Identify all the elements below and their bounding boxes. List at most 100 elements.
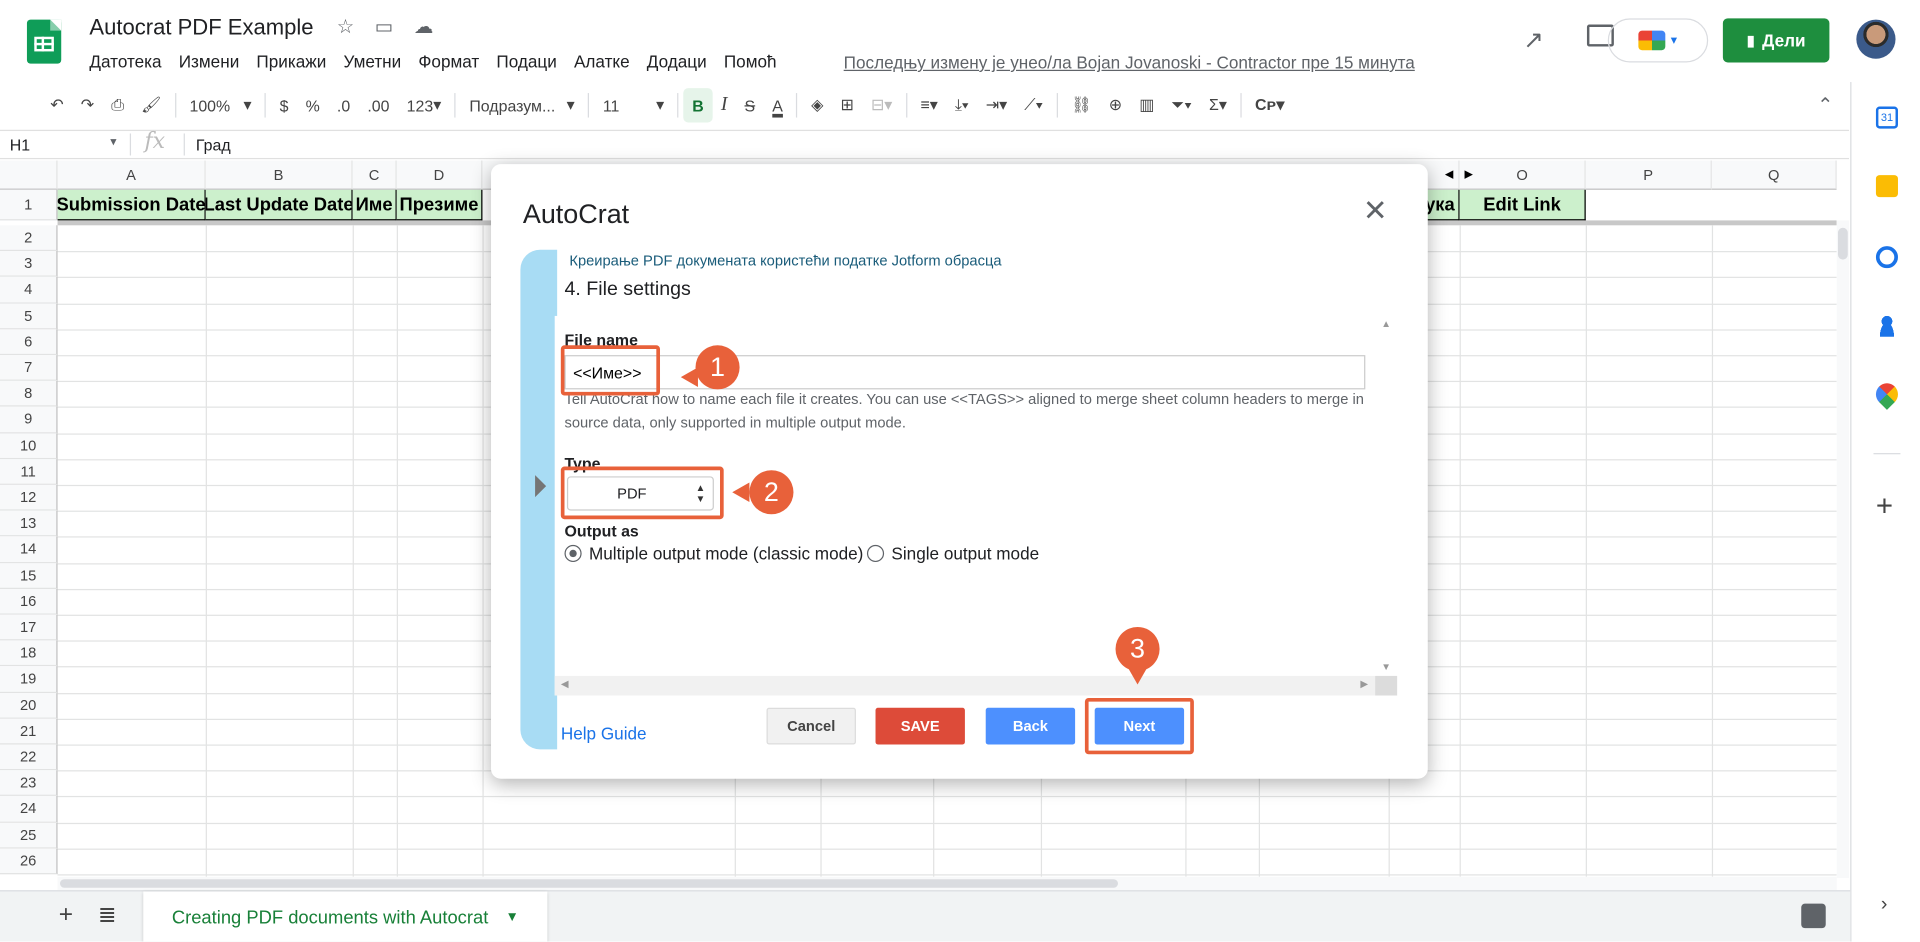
decrease-decimal-button[interactable]: .0 [328, 88, 358, 122]
row-header[interactable]: 19 [0, 666, 58, 693]
menu-tools[interactable]: Алатке [574, 51, 630, 71]
link-icon[interactable]: ⛓ [1063, 88, 1100, 122]
contacts-icon[interactable] [1875, 314, 1898, 337]
row-header[interactable]: 9 [0, 407, 58, 433]
align-horizontal-icon[interactable]: ≡▾ [912, 88, 946, 122]
percent-button[interactable]: % [297, 88, 328, 122]
back-button[interactable]: Back [985, 707, 1076, 745]
header-cell[interactable]: Презиме [396, 189, 483, 221]
column-header[interactable]: A [57, 160, 206, 190]
comment-icon[interactable]: ⊕ [1100, 88, 1130, 122]
row-header[interactable]: 14 [0, 536, 58, 563]
name-box[interactable]: H1 [10, 136, 30, 154]
close-icon[interactable]: ✕ [1363, 193, 1388, 229]
text-wrap-icon[interactable]: ⇥▾ [977, 88, 1015, 122]
print-icon[interactable]: ⎙ [103, 88, 133, 122]
row-header[interactable]: 6 [0, 329, 58, 356]
row-header[interactable]: 16 [0, 588, 58, 615]
row-header[interactable]: 4 [0, 277, 58, 304]
arrow-right-icon[interactable]: ▶ [1465, 168, 1473, 181]
sheets-logo-icon[interactable] [26, 19, 62, 64]
row-header[interactable]: 24 [0, 796, 58, 823]
vertical-scrollbar[interactable] [1836, 220, 1849, 878]
bold-button[interactable]: B [683, 88, 713, 123]
merge-cells-icon[interactable]: ⊟▾ [862, 88, 900, 122]
menu-help[interactable]: Помоћ [724, 51, 777, 71]
header-cell[interactable]: Last Update Date [205, 189, 353, 221]
share-button[interactable]: ▮ Дели [1722, 18, 1830, 63]
align-vertical-icon[interactable]: ⤓▾ [946, 88, 977, 122]
functions-icon[interactable]: Σ▾ [1200, 88, 1235, 122]
menu-extensions[interactable]: Додаци [647, 51, 707, 71]
cancel-button[interactable]: Cancel [766, 707, 856, 745]
text-color-button[interactable]: A [764, 88, 792, 122]
row-header[interactable]: 3 [0, 251, 58, 278]
doc-title[interactable]: Autocrat PDF Example [89, 15, 313, 41]
row-header[interactable]: 18 [0, 640, 58, 667]
row-header[interactable]: 25 [0, 822, 58, 849]
row-header[interactable]: 12 [0, 484, 58, 511]
row-header[interactable]: 10 [0, 432, 58, 459]
output-single-option[interactable]: Single output mode [866, 544, 1039, 563]
maps-icon[interactable] [1871, 378, 1903, 410]
row-header[interactable]: 13 [0, 510, 58, 537]
row-header[interactable]: 20 [0, 692, 58, 719]
header-cell[interactable]: Име [352, 189, 397, 221]
column-header[interactable]: C [352, 160, 397, 190]
borders-icon[interactable]: ⊞ [832, 88, 862, 122]
currency-button[interactable]: $ [271, 88, 297, 122]
header-cell[interactable]: Edit Link [1459, 189, 1586, 221]
column-header[interactable]: B [205, 160, 353, 190]
row-header[interactable]: 22 [0, 744, 58, 771]
radio-multiple[interactable] [564, 544, 582, 563]
row-header[interactable]: 21 [0, 718, 58, 745]
column-header[interactable]: D [396, 160, 483, 190]
cloud-status-icon[interactable]: ☁ [414, 15, 434, 39]
radio-single[interactable] [866, 544, 885, 563]
menu-view[interactable]: Прикажи [256, 51, 326, 71]
all-sheets-icon[interactable]: ≣ [98, 902, 116, 928]
chevron-down-icon[interactable]: ▾ [110, 136, 116, 149]
undo-icon[interactable]: ↶ [42, 88, 72, 122]
chevron-down-icon[interactable]: ▼ [505, 910, 518, 925]
panel-horizontal-scrollbar[interactable]: ◀ ▶ [554, 675, 1376, 696]
explore-icon[interactable] [1801, 903, 1826, 929]
formula-input[interactable]: Град [196, 136, 231, 154]
column-header[interactable]: P [1585, 160, 1712, 190]
horizontal-scrollbar[interactable] [57, 876, 1837, 891]
row-header[interactable]: 17 [0, 614, 58, 641]
font-select[interactable]: Подразум... ▾ [461, 88, 583, 122]
meet-button[interactable]: ▾ [1607, 18, 1709, 63]
avatar[interactable] [1856, 19, 1896, 59]
star-icon[interactable]: ☆ [337, 15, 355, 39]
font-size-select[interactable]: 11 ▾ [594, 88, 672, 122]
arrow-left-icon[interactable]: ◀ [1445, 168, 1453, 181]
header-cell[interactable]: Submission Date [57, 189, 206, 221]
row-header[interactable]: 11 [0, 458, 58, 485]
number-format-select[interactable]: 123 ▾ [398, 88, 450, 122]
menu-format[interactable]: Формат [418, 51, 479, 71]
strikethrough-button[interactable]: S [736, 88, 764, 122]
row-header[interactable]: 7 [0, 355, 58, 382]
row-header[interactable]: 5 [0, 303, 58, 330]
add-sheet-icon[interactable]: + [59, 901, 73, 929]
increase-decimal-button[interactable]: .00 [359, 88, 398, 122]
collapse-menu-icon[interactable]: ⌃ [1817, 93, 1833, 117]
row-header[interactable]: 15 [0, 562, 58, 589]
row-header[interactable]: 2 [0, 225, 58, 252]
move-folder-icon[interactable]: ▭ [375, 15, 394, 39]
row-header[interactable]: 8 [0, 381, 58, 407]
keep-icon[interactable] [1875, 175, 1898, 198]
menu-data[interactable]: Подаци [496, 51, 556, 71]
column-header[interactable]: O [1459, 160, 1586, 190]
tasks-icon[interactable] [1875, 246, 1898, 269]
menu-edit[interactable]: Измени [179, 51, 240, 71]
row-header[interactable]: 23 [0, 770, 58, 797]
fill-color-icon[interactable]: ◈ [803, 88, 832, 122]
add-addon-icon[interactable]: + [1876, 490, 1893, 524]
filter-icon[interactable]: ⏷▾ [1163, 88, 1201, 122]
select-all-corner[interactable] [0, 160, 58, 190]
last-edit-link[interactable]: Последњу измену је унео/ла Bojan Jovanos… [844, 53, 1415, 73]
panel-vertical-scrollbar[interactable]: ▲ ▼ [1375, 315, 1398, 676]
paint-format-icon[interactable]: 🖌 [133, 88, 170, 122]
